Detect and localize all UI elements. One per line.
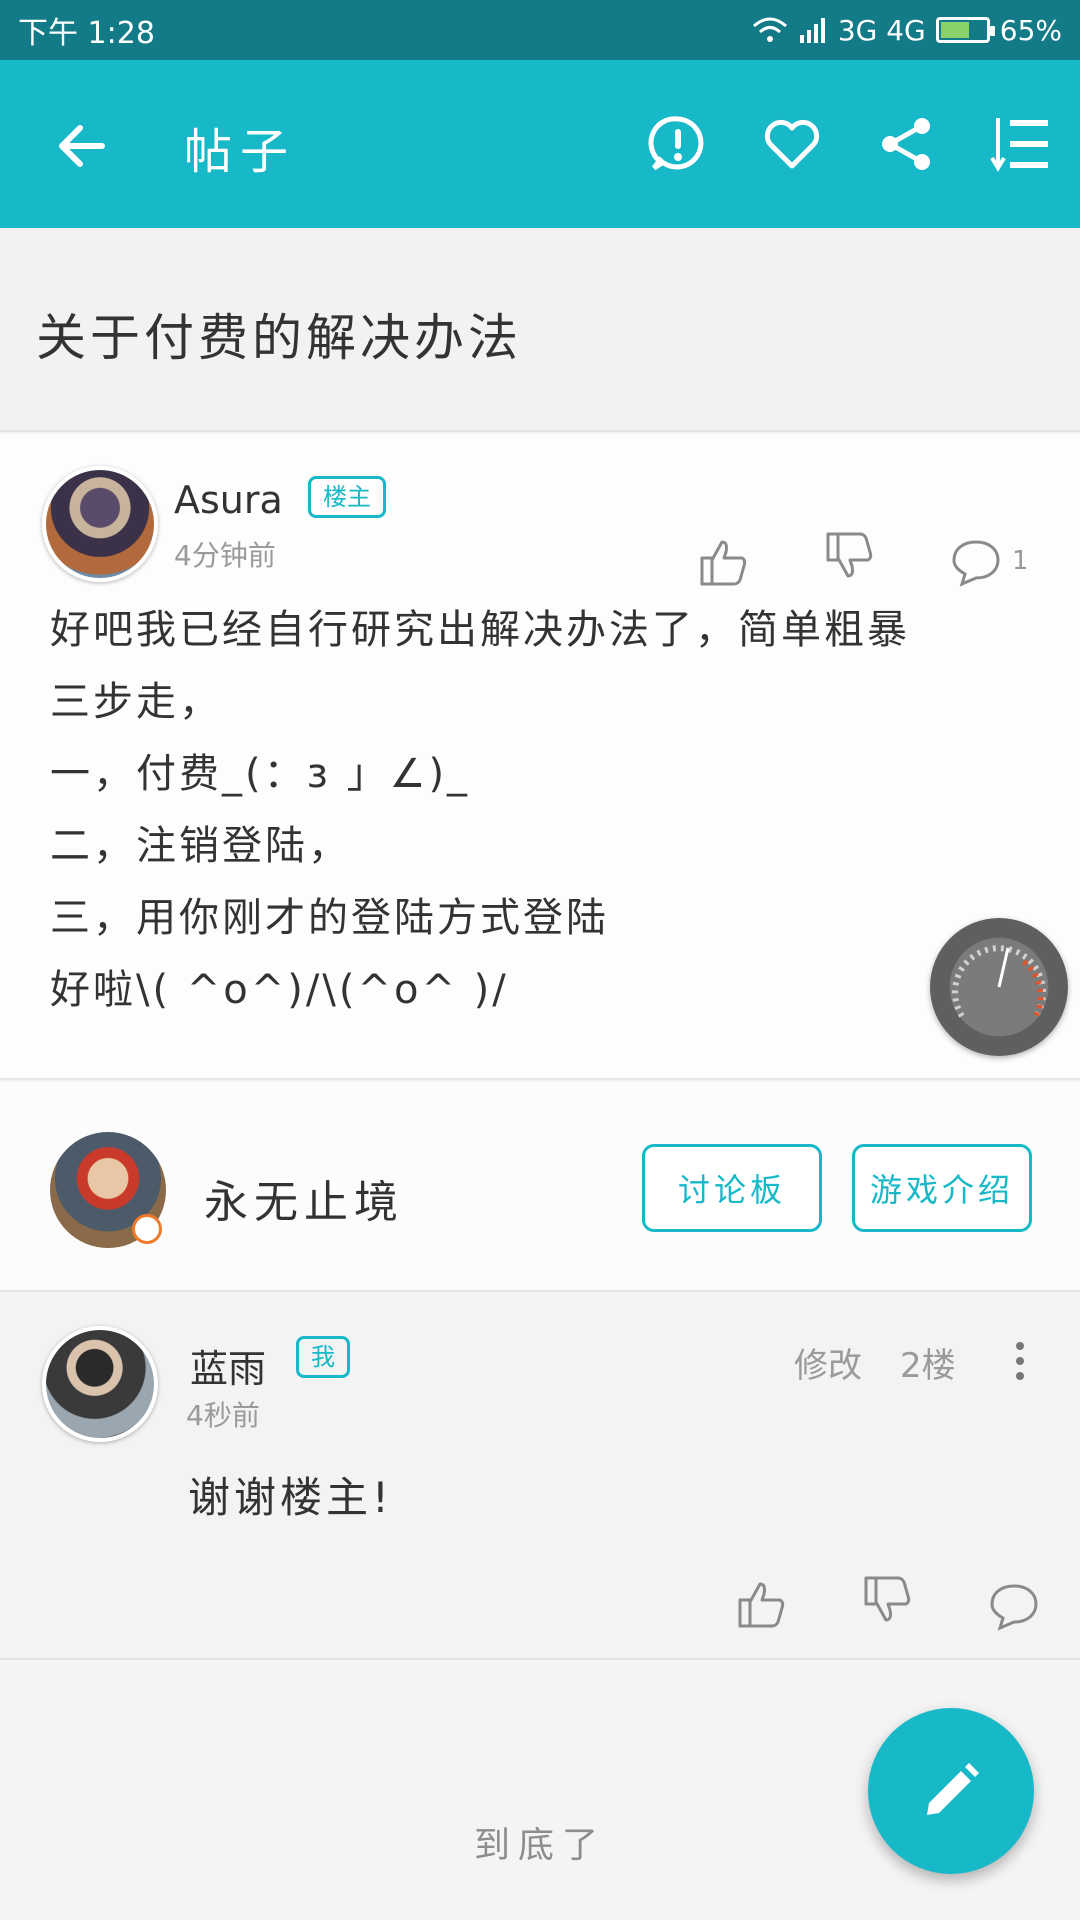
battery-icon: [935, 17, 995, 43]
like-icon[interactable]: [698, 536, 750, 588]
original-post: Asura 楼主 4分钟前 1 好吧我已经自行研究出解决办法了，简单粗暴 三步走…: [0, 434, 1080, 1080]
floor-number: 2楼: [900, 1346, 956, 1386]
status-indicators: 3G 4G 65%: [752, 14, 1062, 47]
favorite-button[interactable]: [760, 112, 824, 176]
reply-content: 谢谢楼主!: [188, 1473, 393, 1522]
post-body-line: 好吧我已经自行研究出解决办法了，简单粗暴: [50, 607, 910, 653]
post-body-line: 二，注销登陆，: [50, 823, 351, 869]
app-bar: 帖子: [0, 60, 1080, 228]
post-body-line: 三，用你刚才的登陆方式登陆: [50, 895, 609, 941]
comment-icon[interactable]: [950, 536, 1002, 588]
game-intro-button[interactable]: 游戏介绍: [852, 1144, 1032, 1232]
more-options-icon[interactable]: [1014, 1342, 1026, 1386]
self-tag: 我: [296, 1336, 350, 1378]
discussion-board-button[interactable]: 讨论板: [642, 1144, 822, 1232]
wifi-icon: [752, 17, 787, 42]
status-time: 下午 1:28: [18, 16, 155, 51]
battery-level: 65%: [999, 13, 1062, 47]
author-tag: 楼主: [308, 476, 386, 518]
share-icon: [882, 118, 930, 170]
signal-icon: [799, 18, 825, 43]
edit-pencil-icon: [927, 1763, 979, 1815]
speedometer-icon[interactable]: [930, 918, 1068, 1056]
game-name[interactable]: 永无止境: [204, 1166, 404, 1230]
game-card: 永无止境 讨论板 游戏介绍: [0, 1082, 1080, 1292]
platform-badge-icon: [132, 1214, 162, 1244]
write-reply-button[interactable]: [868, 1708, 1034, 1874]
share-button[interactable]: [874, 112, 938, 176]
post-time: 4分钟前: [174, 539, 276, 572]
post-title: 关于付费的解决办法: [36, 309, 522, 367]
avatar[interactable]: [42, 1326, 158, 1442]
reply-time: 4秒前: [186, 1399, 260, 1432]
post-body: 好吧我已经自行研究出解决办法了，简单粗暴 三步走， 一，付费_(：з 」∠)_ …: [50, 594, 1030, 1026]
comment-count: 1: [1012, 546, 1029, 576]
dislike-icon[interactable]: [862, 1574, 914, 1626]
sort-list-icon: [990, 118, 1048, 172]
author-name[interactable]: Asura: [174, 478, 283, 522]
post-body-line: 好啦\( ^o^)/\(^o^ )/: [50, 967, 509, 1013]
sort-button[interactable]: [988, 112, 1052, 176]
post-body-line: 三步走，: [50, 679, 222, 725]
network-type: 3G 4G: [837, 13, 926, 47]
back-arrow-icon[interactable]: [52, 116, 112, 176]
status-bar: 下午 1:28 3G 4G 65%: [0, 0, 1080, 60]
post-body-line: 一，付费_(：з 」∠)_: [50, 751, 471, 797]
favorite-icon: [764, 119, 820, 169]
report-button[interactable]: [646, 112, 710, 176]
post-title-area: 关于付费的解决办法: [0, 228, 1080, 432]
report-icon: [648, 116, 704, 171]
comment-icon[interactable]: [988, 1580, 1040, 1632]
like-icon[interactable]: [736, 1578, 788, 1630]
reply-author-name[interactable]: 蓝雨: [190, 1338, 266, 1393]
edit-link[interactable]: 修改: [794, 1338, 862, 1387]
page-title: 帖子: [184, 124, 297, 180]
reply-item: 蓝雨 我 4秒前 修改 2楼 谢谢楼主!: [0, 1294, 1080, 1660]
avatar[interactable]: [42, 466, 158, 582]
dislike-icon[interactable]: [824, 530, 876, 582]
